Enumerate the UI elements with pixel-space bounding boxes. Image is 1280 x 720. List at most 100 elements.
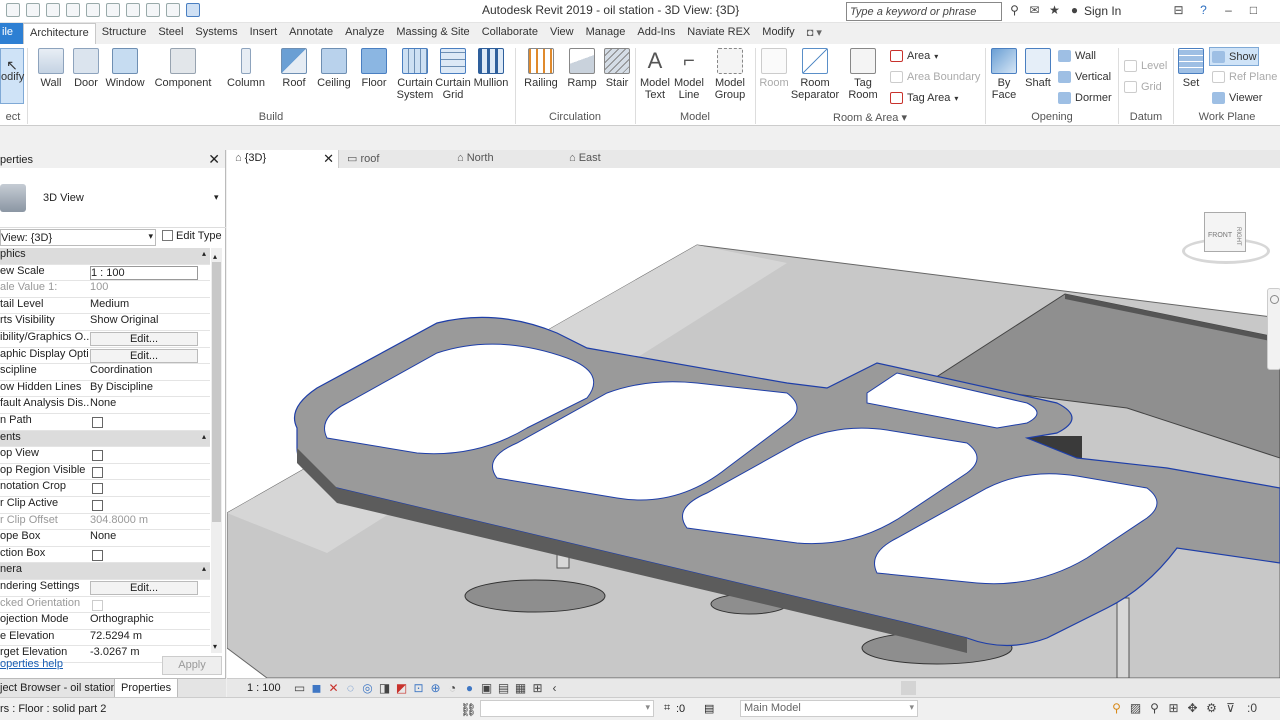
level-button[interactable]: Level — [1124, 60, 1167, 72]
measure-icon[interactable] — [126, 3, 140, 17]
select-underlay-icon[interactable]: ▨ — [1129, 701, 1142, 715]
3d-view-icon[interactable] — [166, 3, 180, 17]
type-selector[interactable]: 3D View ▾ — [0, 170, 226, 228]
property-row[interactable]: ale Value 1: 100 — [0, 281, 210, 298]
temp-hide-icon[interactable]: ⊕ — [429, 681, 442, 695]
tab-properties[interactable]: Properties — [114, 679, 179, 697]
workset-dropdown[interactable]: ▾ — [480, 700, 654, 717]
design-options-icon[interactable]: ▤ — [704, 702, 714, 715]
navigation-bar[interactable] — [1267, 288, 1280, 370]
property-section[interactable]: nera ▴ — [0, 563, 210, 580]
collapse-icon[interactable]: ▴ — [202, 564, 206, 573]
tab-modify[interactable]: Modify — [756, 23, 800, 44]
reveal-hidden-icon[interactable]: ◔ — [446, 681, 459, 695]
property-row[interactable]: ojection Mode Orthographic — [0, 613, 210, 630]
view-tab-roof[interactable]: ▭ roof — [339, 150, 449, 168]
tab-massing-site[interactable]: Massing & Site — [390, 23, 475, 44]
view-scale[interactable]: 1 : 100 — [247, 682, 281, 694]
property-checkbox[interactable] — [92, 466, 103, 478]
switch-windows-icon[interactable] — [186, 3, 200, 17]
grid-button[interactable]: Grid — [1124, 81, 1162, 93]
room-area-panel-label[interactable]: Room & Area ▾ — [756, 111, 984, 124]
property-row[interactable]: notation Crop — [0, 480, 210, 497]
property-row[interactable]: r Clip Active — [0, 497, 210, 514]
analytical-icon[interactable]: ● — [463, 681, 476, 695]
property-section[interactable]: phics ▴ — [0, 248, 210, 265]
drag-elements-icon[interactable]: ✥ — [1186, 701, 1199, 715]
apply-button[interactable]: Apply — [162, 656, 222, 675]
by-face-button[interactable]: By Face — [986, 48, 1022, 101]
horizontal-scrollbar-thumb[interactable] — [901, 681, 916, 695]
properties-help-link[interactable]: operties help — [0, 658, 63, 670]
unlocked-3d-icon[interactable]: ⊡ — [412, 681, 425, 695]
property-row[interactable]: ndering Settings Edit... — [0, 580, 210, 597]
curtain-system-button[interactable]: Curtain System — [394, 48, 436, 101]
wall-button[interactable]: Wall — [34, 48, 68, 89]
close-icon[interactable]: ✕ — [208, 151, 220, 168]
scrollbar[interactable]: ▴ ▾ — [211, 248, 222, 653]
sync-icon[interactable] — [46, 3, 60, 17]
railing-button[interactable]: Railing — [522, 48, 560, 89]
user-icon[interactable]: ● — [1068, 3, 1081, 17]
tab-insert[interactable]: Insert — [244, 23, 284, 44]
background-process-icon[interactable]: ⚙ — [1205, 701, 1218, 715]
worksharing-icon[interactable]: ⊞ — [531, 681, 544, 695]
property-row[interactable]: fault Analysis Dis... None — [0, 397, 210, 414]
window-button[interactable]: Window — [104, 48, 146, 89]
modify-button[interactable]: ↖ odify — [0, 48, 24, 104]
redo-icon[interactable] — [86, 3, 100, 17]
viewcube-box[interactable]: FRONT RIGHT — [1204, 212, 1246, 252]
property-input[interactable]: 1 : 100 — [90, 265, 198, 280]
select-by-face-icon[interactable]: ⊞ — [1167, 701, 1180, 715]
property-row[interactable]: cked Orientation — [0, 597, 210, 614]
property-row[interactable]: tail Level Medium — [0, 298, 210, 315]
column-button[interactable]: Column — [224, 48, 268, 89]
property-checkbox[interactable] — [92, 417, 103, 428]
edit-button[interactable]: Edit... — [90, 348, 198, 363]
scroll-left-icon[interactable]: ‹ — [548, 681, 561, 695]
shaft-button[interactable]: Shaft — [1022, 48, 1054, 89]
property-row[interactable]: e Elevation 72.5294 m — [0, 630, 210, 647]
editable-only-icon[interactable]: ⌗ — [664, 702, 670, 715]
collapse-icon[interactable]: ▴ — [202, 249, 206, 258]
print-icon[interactable] — [106, 3, 120, 17]
tab-structure[interactable]: Structure — [96, 23, 153, 44]
crop-region-icon[interactable]: ▦ — [514, 681, 527, 695]
comm-center-icon[interactable]: ✉ — [1028, 3, 1041, 17]
save-icon[interactable] — [26, 3, 40, 17]
view-tab-east[interactable]: ⌂ East — [561, 150, 671, 168]
visual-style-icon[interactable]: ◼ — [310, 681, 323, 695]
edit-button[interactable]: Edit... — [90, 332, 198, 346]
collapse-icon[interactable]: ▴ — [202, 432, 206, 441]
tab-systems[interactable]: Systems — [189, 23, 243, 44]
property-row[interactable]: aphic Display Opti... Edit... — [0, 348, 210, 365]
tab-file[interactable]: ile — [0, 23, 23, 44]
view-tab-3d[interactable]: ⌂ {3D} ✕ — [227, 150, 339, 168]
vertical-button[interactable]: Vertical — [1058, 71, 1111, 83]
ceiling-button[interactable]: Ceiling — [314, 48, 354, 89]
viewcube[interactable]: FRONT RIGHT — [1182, 208, 1272, 270]
constraints-icon[interactable]: ▤ — [497, 681, 510, 695]
model-text-button[interactable]: A Model Text — [636, 48, 674, 101]
set-button[interactable]: Set — [1174, 48, 1208, 89]
edit-button[interactable]: Edit... — [90, 581, 198, 595]
roof-button[interactable]: Roof — [276, 48, 312, 89]
property-row[interactable]: ction Box — [0, 547, 210, 564]
property-checkbox[interactable] — [92, 483, 103, 495]
stair-button[interactable]: Stair — [600, 48, 634, 89]
show-button[interactable]: Show — [1209, 47, 1259, 66]
ref-plane-button[interactable]: Ref Plane — [1212, 71, 1277, 83]
property-checkbox[interactable] — [92, 549, 103, 561]
model-group-button[interactable]: Model Group — [710, 48, 750, 101]
viewcube-right-label[interactable]: RIGHT — [1235, 227, 1241, 246]
scroll-down-icon[interactable]: ▾ — [213, 642, 217, 651]
property-row[interactable]: r Clip Offset 304.8000 m — [0, 514, 210, 531]
property-row[interactable]: op Region Visible — [0, 464, 210, 481]
render-icon[interactable]: ◎ — [361, 681, 374, 695]
filter-icon[interactable]: ⊽ — [1224, 701, 1237, 715]
dormer-button[interactable]: Dormer — [1058, 92, 1112, 104]
edit-type-button[interactable]: Edit Type — [162, 230, 222, 242]
show-crop-icon[interactable]: ◩ — [395, 681, 408, 695]
floor-button[interactable]: Floor — [356, 48, 392, 89]
tab-project-browser[interactable]: ject Browser - oil station — [0, 679, 114, 697]
